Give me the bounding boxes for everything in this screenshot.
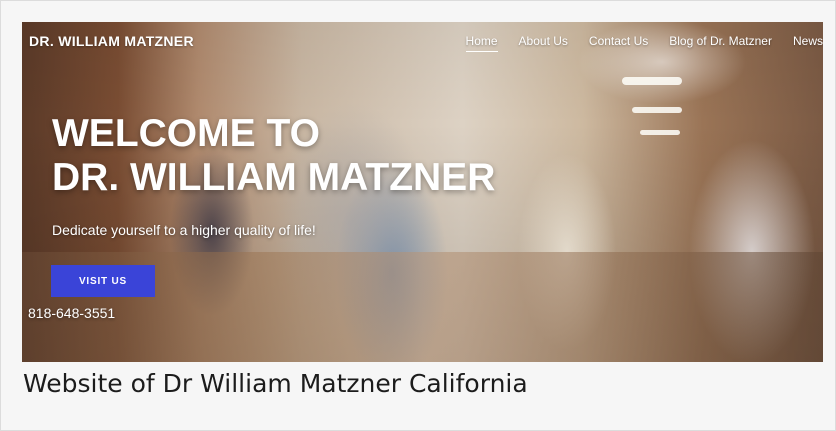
hero-headline-line-1: WELCOME TO [52, 112, 320, 155]
hero-headline-line-2: DR. WILLIAM MATZNER [52, 156, 496, 199]
ceiling-light [640, 130, 680, 135]
nav-item-about-us[interactable]: About Us [519, 34, 568, 52]
nav-item-home[interactable]: Home [465, 34, 498, 52]
nav-item-blog[interactable]: Blog of Dr. Matzner [669, 34, 772, 52]
phone-number[interactable]: 818-648-3551 [28, 305, 115, 321]
main-nav: Home About Us Contact Us Blog of Dr. Mat… [445, 34, 823, 52]
site-brand[interactable]: DR. WILLIAM MATZNER [29, 33, 194, 49]
hero-banner: DR. WILLIAM MATZNER Home About Us Contac… [22, 22, 823, 362]
hero-headline: WELCOME TO DR. WILLIAM MATZNER [52, 112, 495, 200]
hero-tagline: Dedicate yourself to a higher quality of… [52, 222, 316, 238]
screenshot-card: DR. WILLIAM MATZNER Home About Us Contac… [0, 0, 836, 431]
page-caption: Website of Dr William Matzner California [23, 369, 528, 398]
ceiling-light [632, 107, 682, 113]
nav-item-contact-us[interactable]: Contact Us [589, 34, 648, 52]
nav-item-news[interactable]: News [793, 34, 823, 52]
ceiling-light [622, 77, 682, 85]
visit-us-button[interactable]: VISIT US [51, 265, 155, 297]
